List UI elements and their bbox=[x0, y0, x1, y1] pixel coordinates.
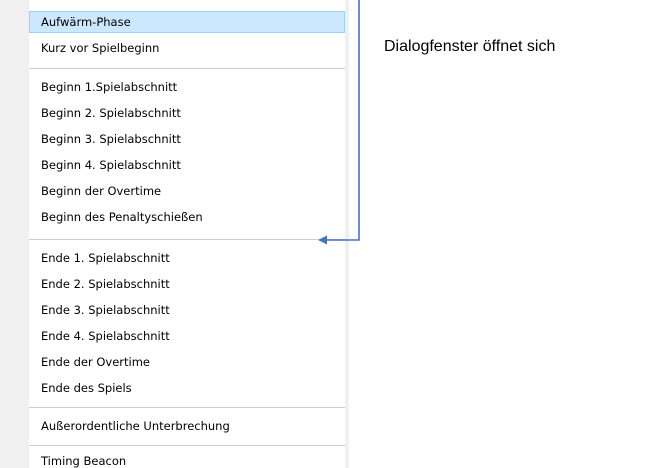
arrowhead-icon bbox=[318, 235, 327, 245]
annotation-label: Dialogfenster öffnet sich bbox=[384, 38, 556, 55]
arrow-line bbox=[326, 0, 360, 241]
annotation-arrow bbox=[318, 0, 360, 245]
